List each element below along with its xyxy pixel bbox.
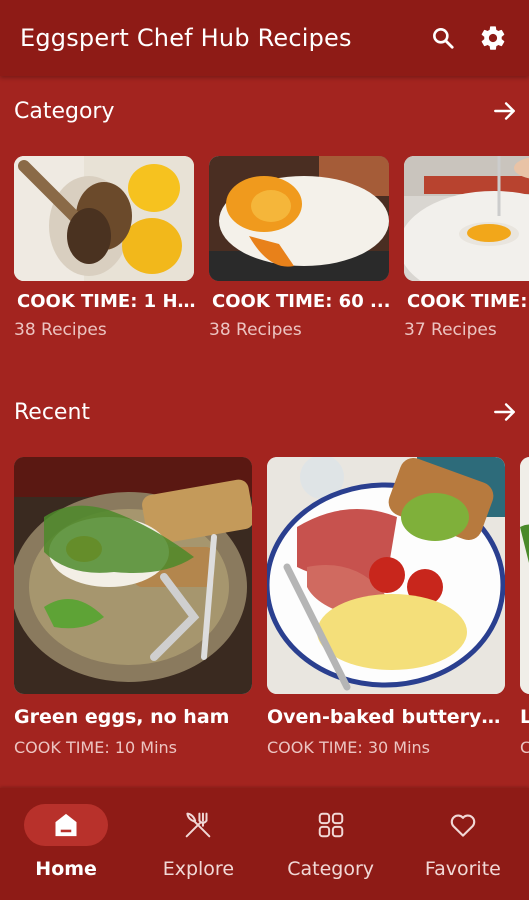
recipe-card[interactable]: Lemon ... COOK TIME: 20 Mins <box>520 457 529 757</box>
category-card-count: 38 Recipes <box>14 320 107 340</box>
fork-knife-icon <box>186 812 211 838</box>
arrow-right-icon <box>494 102 515 120</box>
search-icon <box>433 28 454 49</box>
arrow-right-icon <box>494 403 515 421</box>
recipe-card-time: COOK TIME: 30 Mins <box>267 738 430 757</box>
nav-home[interactable]: Home <box>0 788 132 900</box>
recent-section-header: Recent <box>14 394 521 430</box>
recipe-card[interactable]: Oven-baked buttery ... COOK TIME: 30 Min… <box>267 457 507 757</box>
search-button[interactable] <box>425 20 461 56</box>
recipe-card[interactable]: Green eggs, no ham COOK TIME: 10 Mins <box>14 457 252 757</box>
category-image-fried-egg <box>209 156 389 281</box>
recent-see-all-button[interactable] <box>489 396 521 428</box>
recipe-card-time: COOK TIME: 10 Mins <box>14 738 177 757</box>
category-image-flour-egg <box>404 156 529 281</box>
category-image-spoon-yolks <box>14 156 194 281</box>
recipe-card-time: COOK TIME: 20 Mins <box>520 738 529 757</box>
recipe-card-title: Lemon ... <box>520 706 529 728</box>
category-carousel[interactable]: COOK TIME: 1 Hr ... 38 Recipes COOK TIME… <box>0 156 529 356</box>
category-card[interactable]: COOK TIME: 30 ... 37 Recipes <box>404 156 529 340</box>
recipe-card-title: Green eggs, no ham <box>14 706 230 728</box>
settings-button[interactable] <box>475 20 511 56</box>
category-card-count: 37 Recipes <box>404 320 497 340</box>
recent-carousel[interactable]: Green eggs, no ham COOK TIME: 10 Mins Ov… <box>0 457 529 777</box>
nav-icon-holder <box>289 804 373 846</box>
nav-home-label: Home <box>35 858 97 880</box>
category-card[interactable]: COOK TIME: 1 Hr ... 38 Recipes <box>14 156 196 340</box>
nav-explore-label: Explore <box>162 858 235 880</box>
recipe-image-bacon-eggs <box>267 457 505 694</box>
bottom-navigation: Home Explore Category Favorite <box>0 788 529 900</box>
category-card-title: COOK TIME: 30 ... <box>407 291 529 312</box>
grid-icon <box>318 812 343 838</box>
category-section-header: Category <box>14 93 521 129</box>
category-card-title: COOK TIME: 60 ... <box>212 291 391 312</box>
nav-active-indicator <box>24 804 109 846</box>
nav-category[interactable]: Category <box>265 788 397 900</box>
recipe-image-green-eggs <box>14 457 252 694</box>
app-bar: Eggspert Chef Hub Recipes <box>0 0 529 76</box>
category-heading: Category <box>14 98 115 124</box>
recent-heading: Recent <box>14 399 91 425</box>
category-card[interactable]: COOK TIME: 60 ... 38 Recipes <box>209 156 391 340</box>
category-see-all-button[interactable] <box>489 95 521 127</box>
nav-favorite[interactable]: Favorite <box>397 788 529 900</box>
category-card-title: COOK TIME: 1 Hr ... <box>17 291 196 312</box>
recipe-image-third <box>520 457 529 694</box>
nav-category-label: Category <box>287 858 375 880</box>
recipe-card-title: Oven-baked buttery ... <box>267 706 507 728</box>
gear-icon <box>481 26 505 50</box>
nav-icon-holder <box>156 804 240 846</box>
nav-favorite-label: Favorite <box>424 858 501 880</box>
app-title: Eggspert Chef Hub Recipes <box>20 24 352 52</box>
category-card-count: 38 Recipes <box>209 320 302 340</box>
heart-icon <box>450 814 476 837</box>
nav-explore[interactable]: Explore <box>132 788 264 900</box>
home-icon <box>55 813 77 837</box>
nav-icon-holder <box>421 804 505 846</box>
